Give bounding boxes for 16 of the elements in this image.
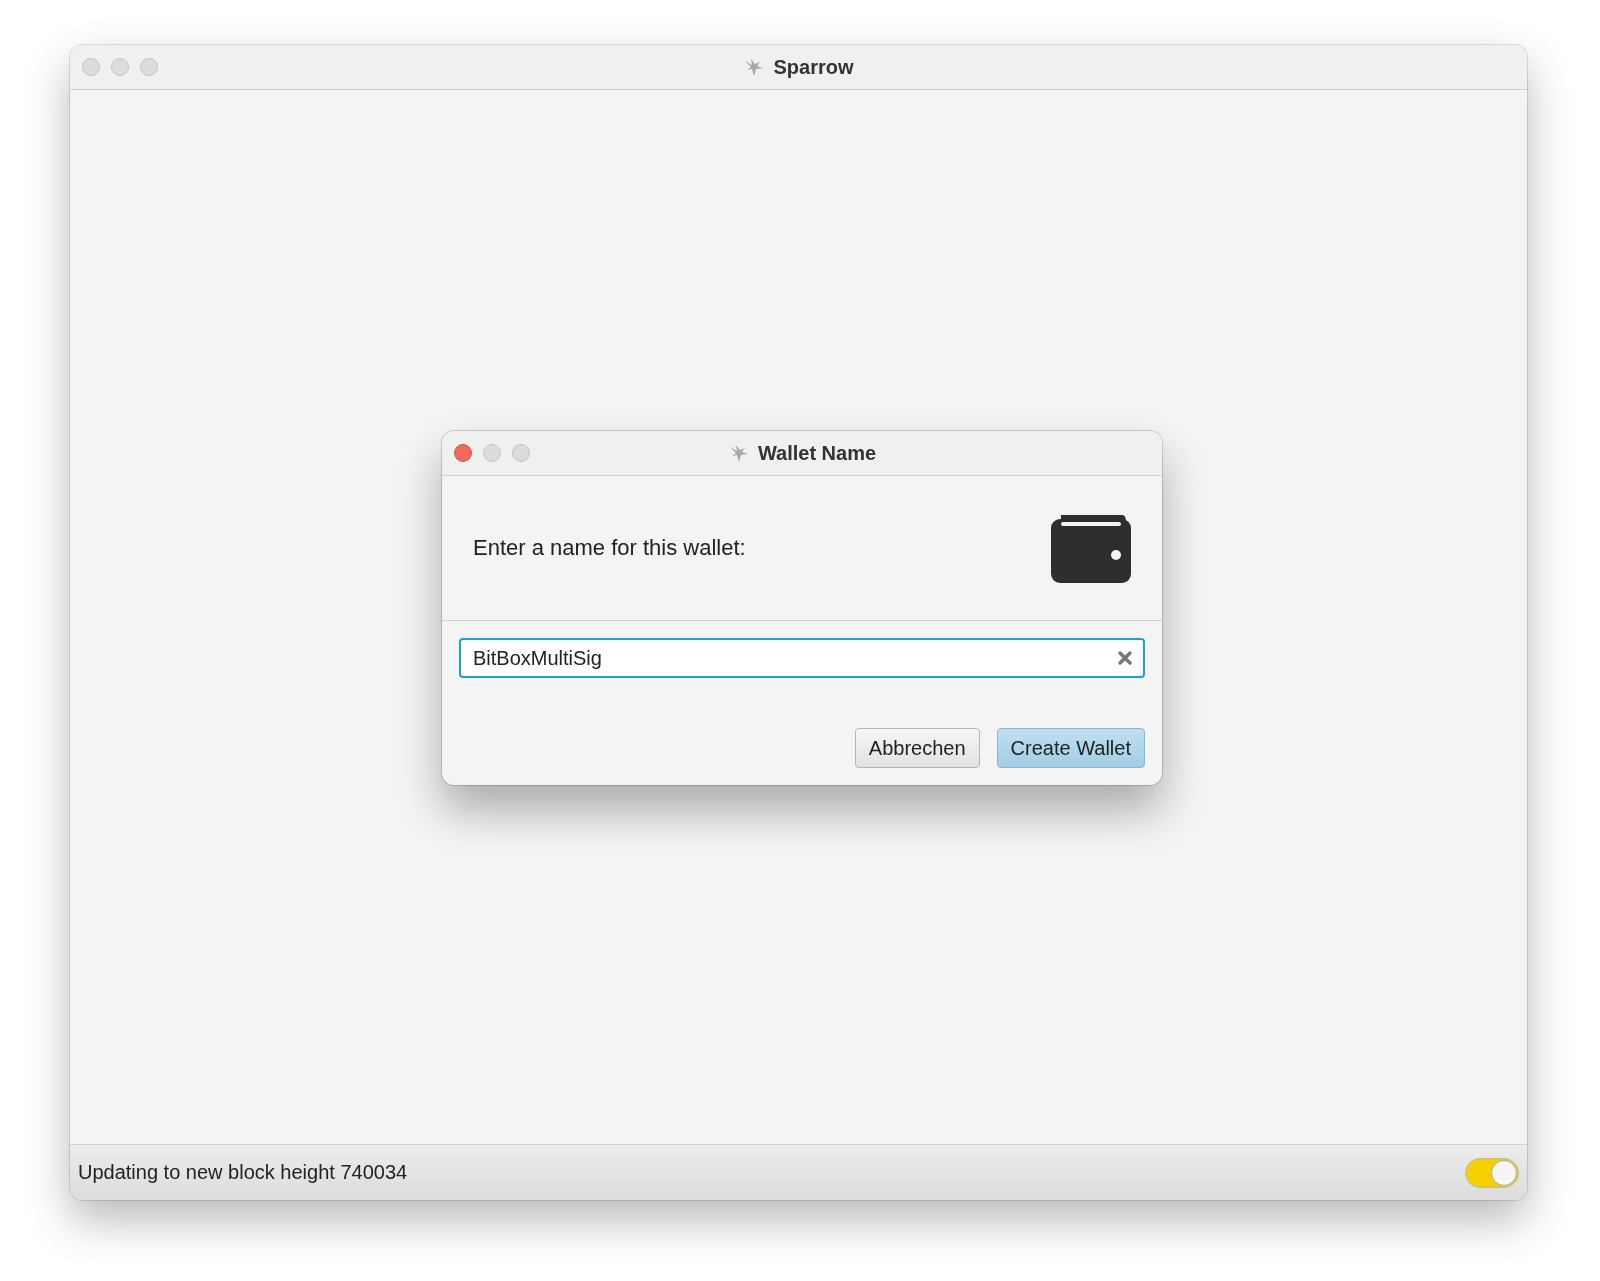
status-text: Updating to new block height 740034 <box>78 1161 408 1184</box>
prompt-text: Enter a name for this wallet: <box>473 535 746 561</box>
close-button[interactable] <box>454 444 472 462</box>
toggle-switch[interactable] <box>1465 1157 1519 1188</box>
close-button[interactable] <box>82 58 100 76</box>
default-button[interactable]: Create Wallet <box>996 728 1145 768</box>
window-title: Sparrow <box>773 55 854 79</box>
minimize-button[interactable] <box>111 58 129 76</box>
zoom-button[interactable] <box>140 58 158 76</box>
minimize-button[interactable] <box>483 444 501 462</box>
clear-icon[interactable] <box>1117 650 1133 666</box>
wallet-name-field[interactable]: BitBoxMultiSig <box>459 638 1145 678</box>
dialog-title: Wallet Name <box>757 441 877 465</box>
cancel-button[interactable]: Abbrechen <box>854 728 980 768</box>
wallet-icon <box>1051 513 1131 583</box>
zoom-button[interactable] <box>512 444 530 462</box>
